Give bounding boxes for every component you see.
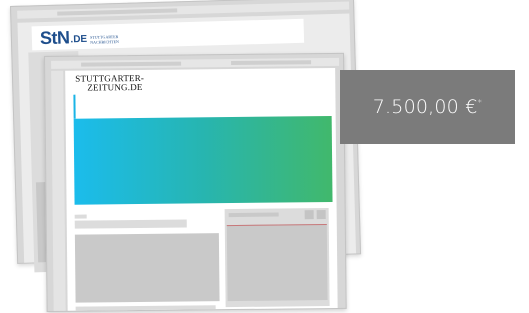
- stn-logo: StN .DE STUTTGARTER NACHRICHTEN: [40, 26, 119, 48]
- toolbar-placeholder: [231, 60, 312, 66]
- sz-logo: STUTTGARTER- ZEITUNG.DE: [75, 73, 144, 93]
- text-placeholder: [74, 214, 87, 219]
- text-placeholder: [228, 212, 279, 218]
- text-placeholder: [75, 305, 216, 311]
- price-footnote-marker: *: [477, 98, 483, 109]
- price-value: 7.500,00 €: [372, 96, 478, 118]
- stn-header: StN .DE STUTTGARTER NACHRICHTEN: [31, 18, 305, 51]
- stn-logo-subtitle: STUTTGARTER NACHRICHTEN: [90, 34, 119, 45]
- image-placeholder: [74, 233, 220, 303]
- sz-logo-line2: ZEITUNG.DE: [87, 81, 143, 93]
- address-bar: [81, 61, 182, 67]
- price-badge: 7.500,00 €*: [340, 70, 515, 144]
- stn-logo-suffix: .DE: [70, 33, 88, 46]
- stn-logo-sub-line2: NACHRICHTEN: [90, 38, 119, 45]
- accent-line: [73, 94, 76, 119]
- article-column: [74, 209, 222, 311]
- ad-box-placeholder: [226, 224, 328, 302]
- stn-logo-main: StN: [39, 27, 70, 49]
- front-browser-window: STUTTGARTER- ZEITUNG.DE: [44, 52, 347, 312]
- sidebar-ad-slot: [224, 208, 330, 308]
- sz-page-mockup: STUTTGARTER- ZEITUNG.DE: [65, 67, 338, 311]
- address-bar: [57, 8, 178, 16]
- hero-banner-ad: [73, 115, 333, 205]
- browser-toolbar: [51, 57, 340, 69]
- headline-placeholder: [74, 219, 187, 229]
- square-placeholder: [316, 210, 326, 220]
- side-strip: [51, 70, 66, 311]
- square-placeholder: [304, 210, 314, 220]
- price-amount: 7.500,00 €*: [373, 96, 482, 118]
